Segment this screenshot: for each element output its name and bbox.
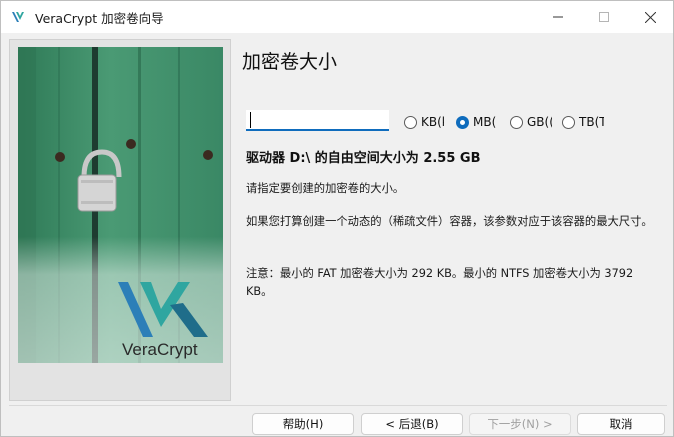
volume-size-input[interactable] (246, 110, 389, 131)
cancel-button[interactable]: 取消 (577, 413, 665, 435)
title-bar[interactable]: VeraCrypt 加密卷向导 (1, 1, 673, 33)
minimum-size-note: 注意：最小的 FAT 加密卷大小为 292 KB。最小的 NTFS 加密卷大小为… (246, 267, 634, 298)
instruction-text: 请指定要创建的加密卷的大小。 (246, 182, 405, 195)
dynamic-container-note: 如果您打算创建一个动态的（稀疏文件）容器，该参数对应于该容器的最大尺寸。 (246, 215, 653, 228)
unit-radio-kb[interactable]: KB(k (404, 114, 444, 130)
text-caret (250, 112, 251, 128)
unit-label-kb: KB(k (421, 115, 444, 129)
window-title: VeraCrypt 加密卷向导 (35, 11, 164, 26)
radio-indicator (404, 115, 417, 129)
radio-indicator-checked (456, 115, 469, 129)
unit-label-mb: MB( (473, 115, 497, 129)
footer-separator (9, 405, 667, 406)
help-button[interactable]: 帮助(H) (252, 413, 354, 435)
free-space-label: 驱动器 D:\ 的自由空间大小为 2.55 GB (246, 151, 481, 166)
padlock-door-image: VeraCrypt (18, 47, 223, 363)
unit-radio-tb[interactable]: TB(T (562, 114, 604, 130)
maximize-button[interactable] (581, 1, 627, 33)
veracrypt-app-icon (12, 12, 24, 22)
unit-label-gb: GB(( (527, 115, 552, 129)
radio-indicator (562, 115, 575, 129)
next-button[interactable]: 下一步(N) > (469, 413, 571, 435)
minimize-button[interactable] (535, 1, 581, 33)
minimize-icon (553, 16, 563, 18)
unit-radio-gb[interactable]: GB(( (510, 114, 552, 130)
wizard-window: VeraCrypt 加密卷向导 VeraCrypt 加密卷大小 KB(MB(… (0, 0, 674, 437)
unit-label-tb: TB(T (579, 115, 604, 129)
page-title: 加密卷大小 (242, 51, 338, 73)
close-button[interactable] (627, 1, 673, 33)
close-icon (644, 11, 656, 23)
back-button[interactable]: < 后退(B) (361, 413, 463, 435)
unit-radio-mb[interactable]: MB( (456, 114, 498, 130)
maximize-icon (599, 12, 609, 22)
radio-indicator (510, 115, 523, 129)
veracrypt-logo-text: VeraCrypt (122, 340, 198, 359)
